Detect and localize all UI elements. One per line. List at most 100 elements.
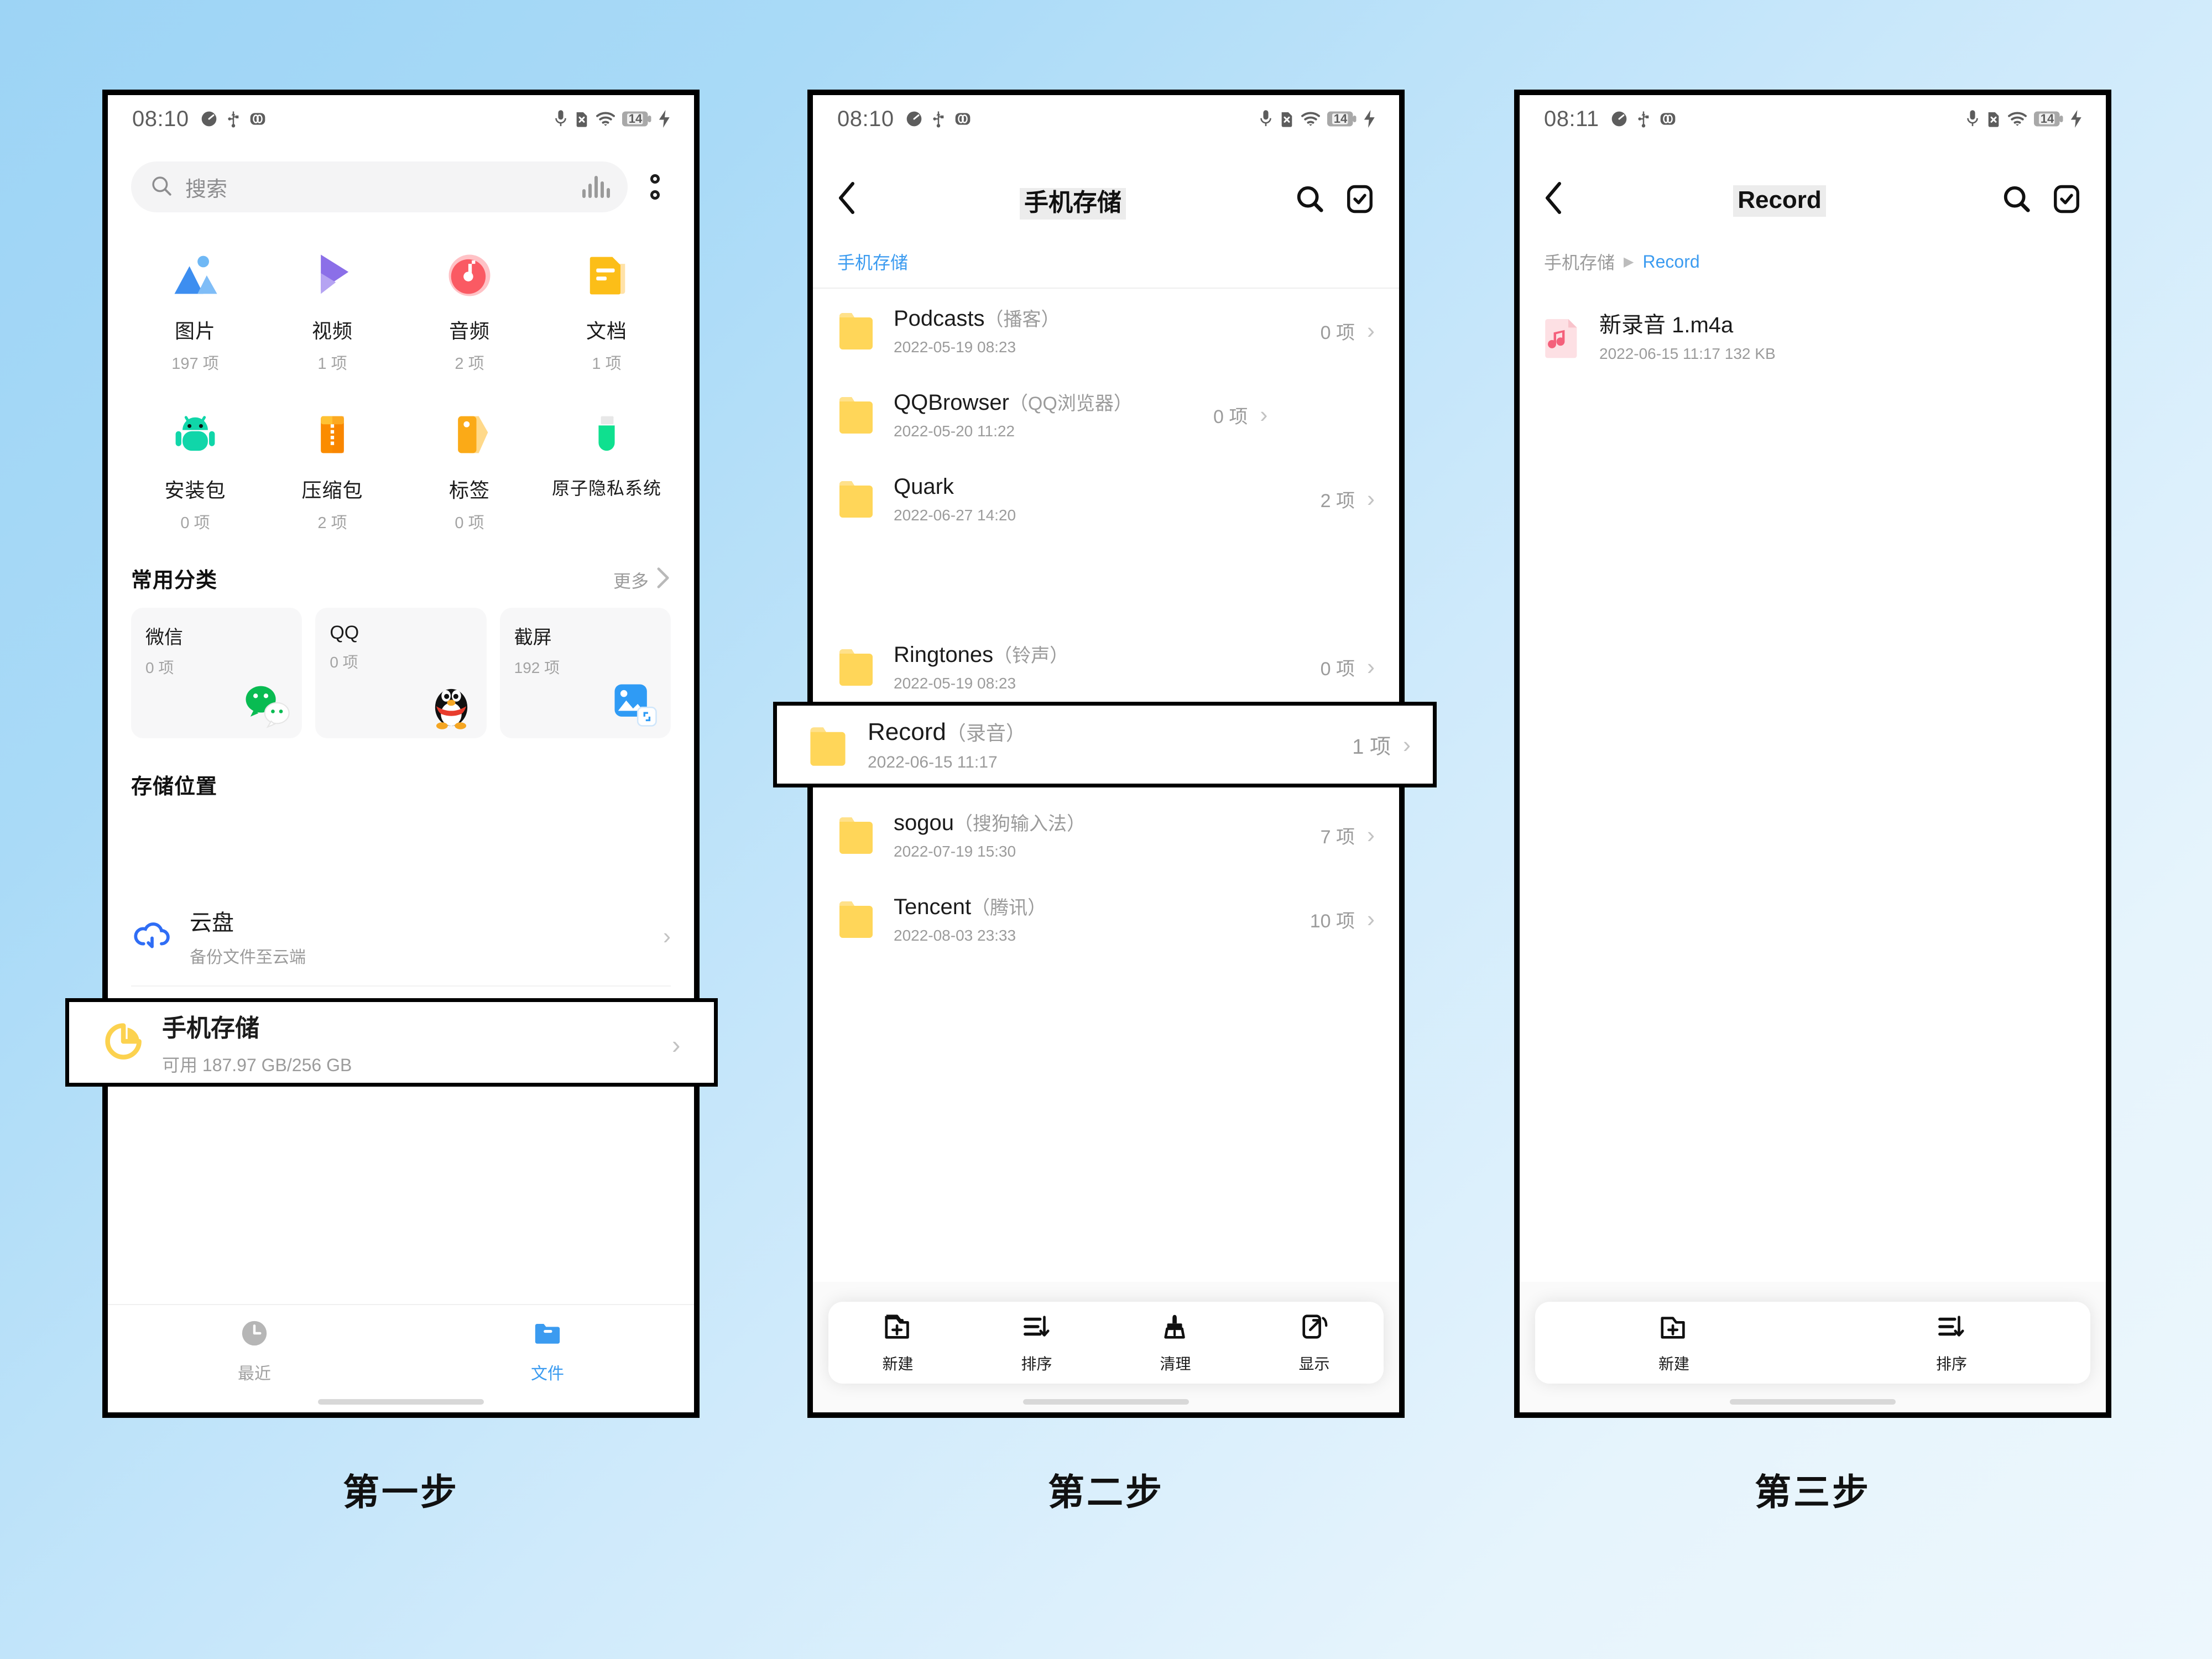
qq-penguin-logo — [424, 677, 479, 733]
sort-icon — [1937, 1312, 1966, 1344]
storage-item-cloud[interactable]: 云盘 备份文件至云端 › — [108, 893, 694, 980]
action-clean[interactable]: 清理 — [1106, 1312, 1245, 1374]
card-label: 截屏 — [514, 627, 552, 648]
section-title: 常用分类 — [131, 569, 218, 592]
tab-label: 文件 — [531, 1365, 564, 1383]
check-square-icon[interactable] — [2052, 184, 2081, 217]
category-item-privacy[interactable]: 原子隐私系统 — [538, 406, 675, 533]
page-title-text: Record — [1733, 185, 1826, 217]
category-item-apk[interactable]: 安装包 0 项 — [127, 406, 264, 533]
action-sort[interactable]: 排序 — [1813, 1312, 2090, 1374]
back-button[interactable] — [1544, 181, 1583, 220]
search-input[interactable]: 搜索 — [131, 161, 628, 212]
more-button[interactable]: 更多 — [613, 567, 671, 593]
bottom-tab-bar: 最近 文件 — [108, 1304, 694, 1412]
battery-level-text: 14 — [1333, 112, 1348, 126]
category-count: 0 项 — [455, 514, 484, 532]
tab-label: 最近 — [238, 1365, 271, 1383]
search-icon[interactable] — [1295, 184, 1325, 217]
wifi-icon — [2007, 110, 2027, 128]
no-sim-icon — [1986, 110, 2001, 128]
list-item[interactable]: Ringtones（铃声） 2022-05-19 08:23 0 项 › — [813, 625, 1399, 709]
action-new[interactable]: 新建 — [1535, 1312, 1813, 1374]
file-alias: （铃声） — [993, 645, 1069, 666]
battery-level-text: 14 — [628, 112, 643, 126]
file-alias: （搜狗输入法） — [953, 813, 1086, 834]
category-item-images[interactable]: 图片 197 项 — [127, 247, 264, 374]
speedometer-icon — [905, 110, 923, 128]
zip-archive-icon — [304, 406, 361, 463]
category-label: 视频 — [311, 320, 353, 342]
action-label: 排序 — [1021, 1355, 1052, 1373]
back-button[interactable] — [837, 181, 876, 220]
list-item[interactable]: QQBrowser（QQ浏览器） 2022-05-20 11:22 0 项 › — [813, 373, 1399, 457]
breadcrumb-item-0[interactable]: 手机存储 — [1544, 249, 1615, 274]
microphone-icon — [554, 109, 568, 128]
wifi-icon — [596, 110, 615, 128]
file-name: sogou（搜狗输入法） — [894, 810, 1086, 835]
file-date: 2022-05-20 11:22 — [894, 422, 1015, 440]
storage-section-title: 存储位置 — [131, 775, 218, 799]
document-icon — [578, 247, 635, 304]
tab-recent[interactable]: 最近 — [108, 1317, 401, 1384]
status-time: 08:10 — [837, 106, 894, 131]
action-label: 新建 — [1658, 1355, 1689, 1373]
search-icon[interactable] — [2002, 184, 2032, 217]
highlight-storage-phone-row[interactable]: 手机存储 可用 187.97 GB/256 GB — [65, 998, 718, 1087]
action-label: 显示 — [1298, 1355, 1330, 1373]
search-icon — [150, 174, 173, 200]
category-count: 1 项 — [592, 355, 622, 373]
file-meta: 2022-06-15 11:17 132 KB — [1599, 345, 1776, 363]
file-name: Tencent（腾讯） — [894, 894, 1047, 919]
caption-step2: 第二步 — [1048, 1472, 1164, 1512]
folder-icon — [837, 478, 875, 520]
list-item[interactable]: 新录音 1.m4a 2022-06-15 11:17 132 KB — [1520, 295, 2106, 379]
breadcrumb-item-0[interactable]: 手机存储 — [837, 249, 908, 274]
page-title: 手机存储 — [876, 182, 1270, 220]
list-item[interactable]: Podcasts（播客） 2022-05-19 08:23 0 项 › — [813, 289, 1399, 373]
category-item-documents[interactable]: 文档 1 项 — [538, 247, 675, 374]
bottom-action-bar: 新建 排序 — [1535, 1302, 2090, 1384]
list-item[interactable]: sogou（搜狗输入法） 2022-07-19 15:30 7 项 › — [813, 793, 1399, 877]
action-display[interactable]: 显示 — [1245, 1312, 1384, 1374]
status-time: 08:11 — [1544, 106, 1599, 131]
action-label: 新建 — [882, 1355, 914, 1373]
file-alias: （QQ浏览器） — [1009, 393, 1133, 414]
common-card-wechat[interactable]: 微信 0 项 — [131, 608, 302, 738]
kebab-menu-icon[interactable] — [638, 174, 672, 200]
highlight-record-folder-row[interactable]: Record（录音） 2022-06-15 11:17 1 项 › — [773, 702, 1437, 787]
category-count: 2 项 — [455, 355, 484, 373]
card-count: 0 项 — [145, 659, 174, 676]
video-icon — [304, 247, 361, 304]
file-count: 10 项 — [1310, 910, 1355, 932]
category-item-tags[interactable]: 标签 0 项 — [401, 406, 538, 533]
category-item-archive[interactable]: 压缩包 2 项 — [264, 406, 401, 533]
folder-icon — [837, 898, 875, 940]
check-square-icon[interactable] — [1345, 184, 1375, 217]
action-new[interactable]: 新建 — [828, 1312, 967, 1374]
breadcrumb-item-1[interactable]: Record — [1642, 252, 1699, 272]
category-item-videos[interactable]: 视频 1 项 — [264, 247, 401, 374]
voice-waveform-icon[interactable] — [582, 176, 610, 198]
card-count: 0 项 — [330, 654, 358, 671]
action-sort[interactable]: 排序 — [967, 1312, 1106, 1374]
page-title-text: 手机存储 — [1020, 188, 1126, 220]
microphone-icon — [1965, 109, 1980, 128]
vpn-icon — [249, 110, 267, 128]
tab-files[interactable]: 文件 — [401, 1317, 694, 1384]
list-item[interactable]: Quark 2022-06-27 14:20 2 项 › — [813, 457, 1399, 541]
usb-icon — [931, 110, 946, 128]
search-placeholder: 搜索 — [185, 178, 228, 201]
category-label: 压缩包 — [301, 479, 363, 502]
bottom-action-bar: 新建 排序 清理 显示 — [828, 1302, 1384, 1384]
category-item-audio[interactable]: 音频 2 项 — [401, 247, 538, 374]
status-bar: 08:10 14 — [813, 95, 1399, 143]
common-card-qq[interactable]: QQ 0 项 — [315, 608, 487, 738]
wechat-logo — [239, 677, 294, 733]
common-card-screenshot[interactable]: 截屏 192 项 — [499, 608, 671, 738]
cloud-icon — [131, 915, 173, 957]
folder-icon — [531, 1317, 564, 1352]
list-item[interactable]: Tencent（腾讯） 2022-08-03 23:33 10 项 › — [813, 877, 1399, 961]
category-label: 安装包 — [164, 479, 226, 502]
chevron-right-icon — [656, 567, 671, 593]
